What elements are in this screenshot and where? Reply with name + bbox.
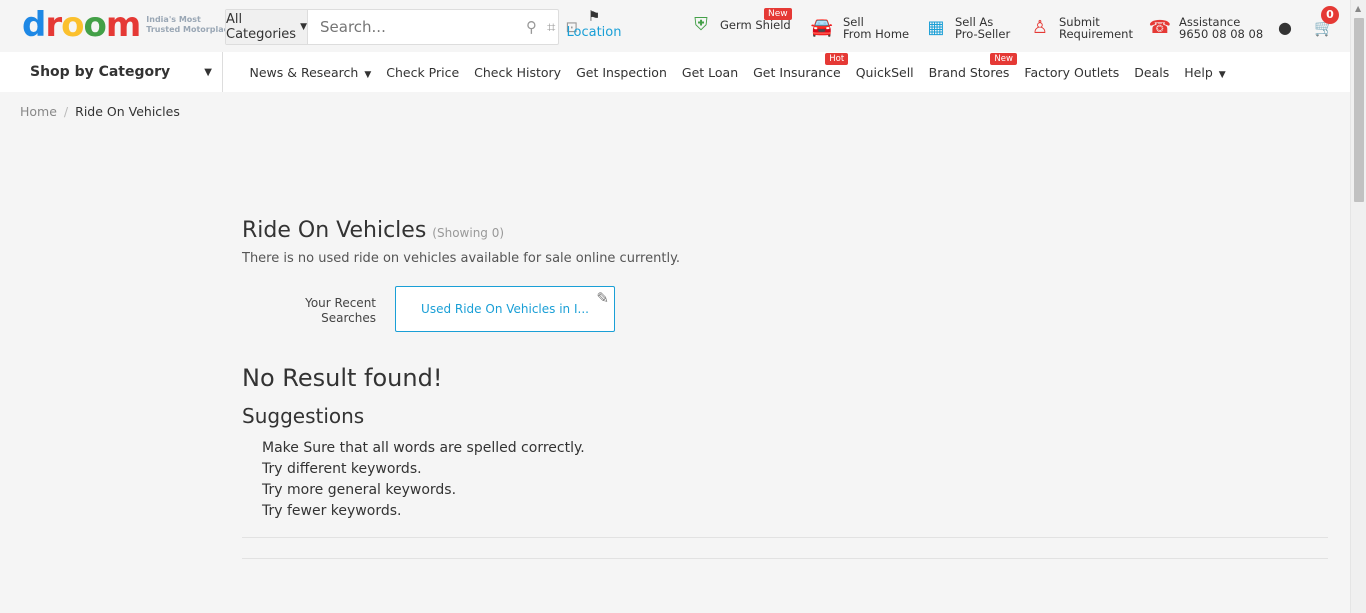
nav-label: Factory Outlets bbox=[1024, 64, 1120, 80]
caret-down-icon: ▼ bbox=[204, 66, 212, 78]
suggestion-item: Try different keywords. bbox=[262, 461, 422, 477]
cart-count-badge: 0 bbox=[1321, 6, 1339, 24]
scroll-up-arrow-icon[interactable]: ▲ bbox=[1355, 4, 1361, 13]
shield-icon: ⛨ bbox=[694, 14, 708, 35]
nav-label: Check Price bbox=[386, 64, 460, 80]
nav-check-history[interactable]: Check History bbox=[467, 65, 569, 80]
nav-label: Check History bbox=[474, 64, 562, 80]
pro-seller-label: Pro-Seller bbox=[955, 27, 1011, 41]
nav-factory-outlets[interactable]: Factory Outlets bbox=[1017, 65, 1127, 80]
divider bbox=[242, 558, 1328, 559]
germ-shield-link[interactable]: ⛨ Germ Shield New bbox=[690, 8, 792, 36]
search-bar: All Categories ▼ ⚲ ⌗ ⊡ bbox=[225, 9, 578, 45]
assistance-phone: 9650 08 08 08 bbox=[1179, 27, 1264, 41]
nav-label: QuickSell bbox=[855, 64, 914, 80]
nav-brand-stores[interactable]: Brand Stores New bbox=[921, 52, 1017, 80]
header: droom India's Most Trusted Motorplace Al… bbox=[0, 0, 1350, 52]
no-result-heading: No Result found! bbox=[242, 364, 443, 392]
nav-label: Brand Stores bbox=[928, 64, 1010, 80]
shop-by-category-button[interactable]: Shop by Category ▼ bbox=[0, 52, 223, 92]
nav-label: Get Inspection bbox=[576, 64, 667, 80]
new-badge: New bbox=[764, 8, 792, 20]
hot-badge: Hot bbox=[825, 52, 849, 65]
map-pin-icon: ⚑ bbox=[587, 9, 601, 25]
logo-tagline: India's Most Trusted Motorplace bbox=[146, 15, 234, 34]
store-icon: ▦ bbox=[927, 17, 945, 38]
suggestions-heading: Suggestions bbox=[242, 404, 365, 428]
germ-shield-label: Germ Shield bbox=[720, 18, 791, 32]
user-account-icon[interactable]: ● bbox=[1278, 18, 1292, 37]
from-home-label: From Home bbox=[843, 27, 910, 41]
sell-from-home-link[interactable]: 🚘 Sell From Home bbox=[809, 16, 909, 40]
breadcrumb-separator: / bbox=[63, 104, 69, 119]
category-select-label: All Categories bbox=[226, 12, 297, 42]
barcode-scan-icon[interactable]: ⌗ bbox=[547, 18, 555, 36]
submit-requirement-link[interactable]: ♙ Submit Requirement bbox=[1029, 16, 1133, 40]
nav-check-price[interactable]: Check Price bbox=[379, 65, 467, 80]
search-icon[interactable]: ⚲ bbox=[526, 18, 537, 36]
nav-quicksell[interactable]: QuickSell bbox=[848, 65, 921, 80]
no-listings-message: There is no used ride on vehicles availa… bbox=[242, 251, 681, 266]
nav-label: Get Insurance bbox=[753, 64, 841, 80]
recent-searches-label: Your Recent Searches bbox=[305, 296, 376, 325]
breadcrumb-current: Ride On Vehicles bbox=[75, 104, 180, 119]
caret-down-icon: ▼ bbox=[1218, 69, 1226, 80]
location-selector[interactable]: ⚑ Location bbox=[566, 9, 622, 40]
category-select[interactable]: All Categories ▼ bbox=[226, 10, 308, 44]
nav-news-research[interactable]: News & Research ▼ bbox=[242, 65, 379, 80]
nav-help[interactable]: Help ▼ bbox=[1177, 65, 1233, 80]
breadcrumb-home[interactable]: Home bbox=[20, 104, 57, 119]
page-scrollbar[interactable]: ▲ bbox=[1350, 0, 1366, 613]
shop-by-category-label: Shop by Category bbox=[30, 64, 171, 80]
location-label: Location bbox=[566, 25, 622, 40]
droom-logo[interactable]: droom India's Most Trusted Motorplace bbox=[22, 8, 234, 42]
sell-as-pro-seller-link[interactable]: ▦ Sell As Pro-Seller bbox=[925, 16, 1010, 40]
requirement-label: Requirement bbox=[1059, 27, 1133, 41]
new-badge: New bbox=[990, 52, 1017, 65]
divider bbox=[242, 537, 1328, 538]
recent-search-card[interactable]: Used Ride On Vehicles in I... ✎ bbox=[395, 286, 615, 332]
logo-wordmark: droom bbox=[22, 5, 141, 45]
recent-search-text: Used Ride On Vehicles in I... bbox=[421, 302, 589, 316]
suggestion-item: Try more general keywords. bbox=[262, 482, 457, 498]
scrollbar-thumb[interactable] bbox=[1354, 18, 1364, 202]
nav-get-insurance[interactable]: Get Insurance Hot bbox=[746, 52, 849, 80]
search-input[interactable] bbox=[308, 10, 526, 44]
nav-label: News & Research bbox=[249, 64, 359, 80]
suggestions-list: Make Sure that all words are spelled cor… bbox=[242, 438, 1328, 522]
caret-down-icon: ▼ bbox=[364, 69, 372, 80]
nav-label: Help bbox=[1184, 64, 1213, 80]
main-content: Ride On Vehicles (Showing 0) There is no… bbox=[242, 218, 1328, 522]
nav-get-inspection[interactable]: Get Inspection bbox=[569, 65, 675, 80]
headset-icon: ☎ bbox=[1148, 17, 1172, 38]
breadcrumb: Home / Ride On Vehicles bbox=[20, 104, 180, 119]
assistance-link[interactable]: ☎ Assistance 9650 08 08 08 bbox=[1149, 16, 1263, 40]
result-count: (Showing 0) bbox=[432, 226, 505, 240]
user-add-icon: ♙ bbox=[1031, 17, 1049, 38]
page-title: Ride On Vehicles bbox=[242, 218, 427, 243]
suggestion-item: Try fewer keywords. bbox=[262, 503, 402, 519]
caret-down-icon: ▼ bbox=[300, 22, 307, 32]
pencil-edit-icon[interactable]: ✎ bbox=[596, 289, 609, 307]
recent-searches: Your Recent Searches Used Ride On Vehicl… bbox=[242, 286, 1328, 338]
nav-label: Get Loan bbox=[681, 64, 739, 80]
car-icon: 🚘 bbox=[810, 17, 834, 38]
nav-deals[interactable]: Deals bbox=[1127, 65, 1177, 80]
nav-label: Deals bbox=[1134, 64, 1170, 80]
suggestion-item: Make Sure that all words are spelled cor… bbox=[262, 440, 585, 456]
nav-get-loan[interactable]: Get Loan bbox=[674, 65, 745, 80]
main-nav: Shop by Category ▼ News & Research ▼ Chec… bbox=[0, 52, 1350, 92]
